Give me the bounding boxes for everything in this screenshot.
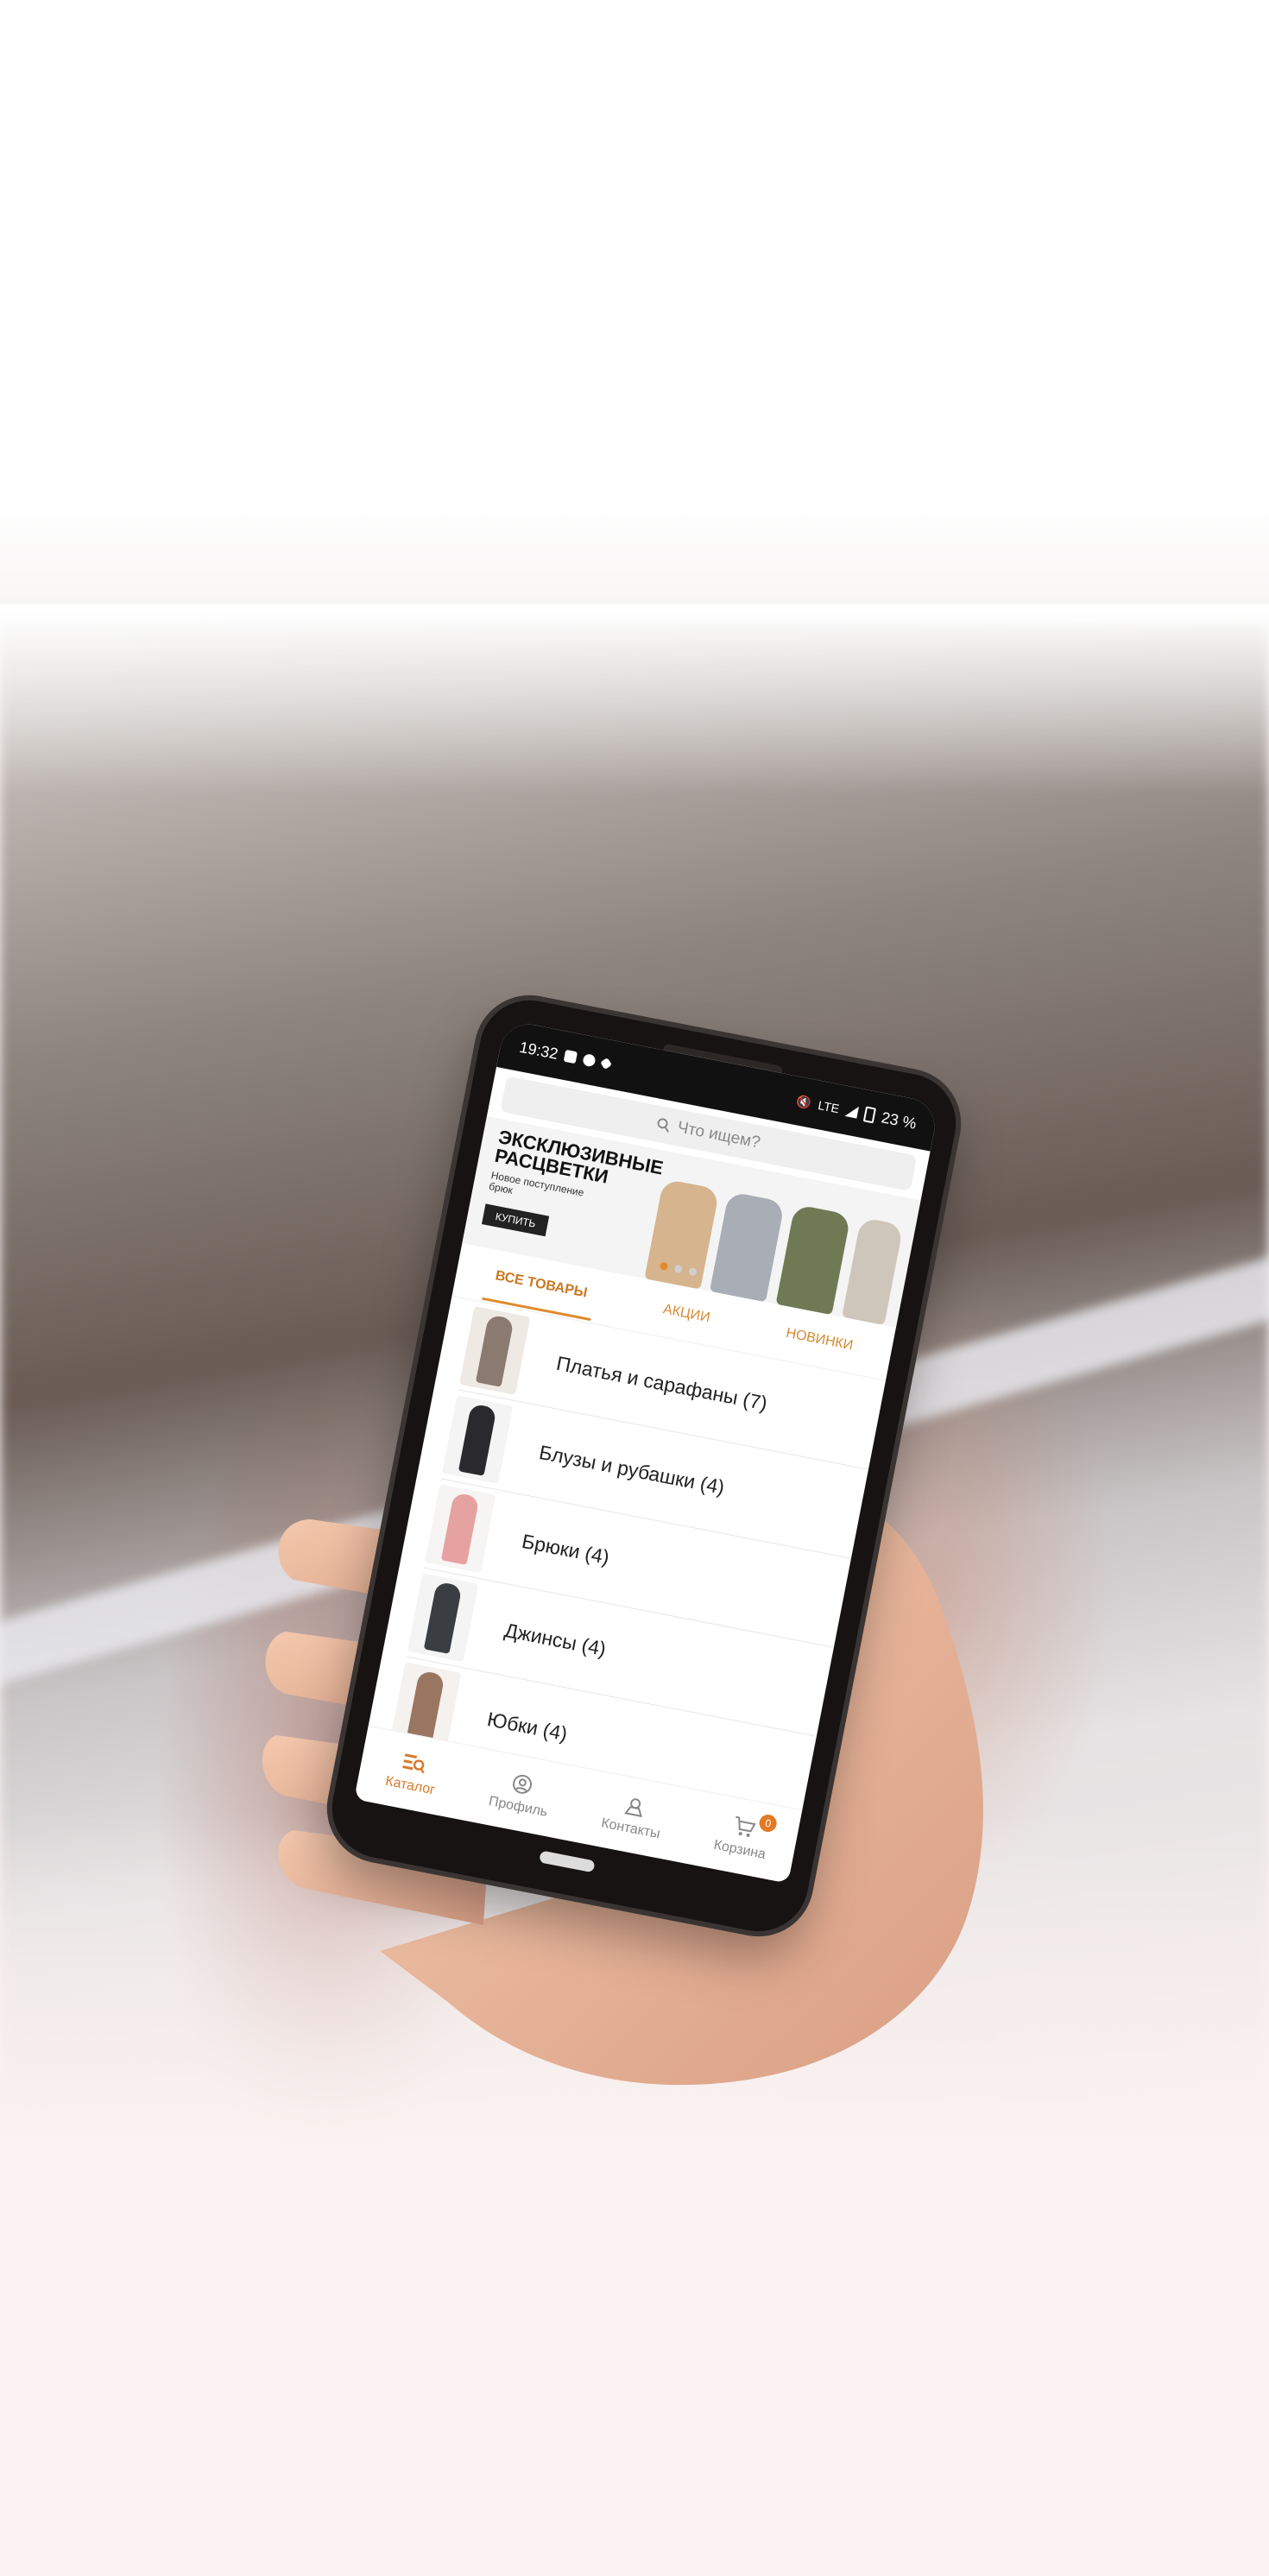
banner-product-image bbox=[842, 1216, 904, 1326]
nav-profile-label: Профиль bbox=[487, 1793, 549, 1820]
category-label: Джинсы (4) bbox=[502, 1618, 609, 1660]
category-label: Юбки (4) bbox=[485, 1707, 570, 1745]
banner-dot[interactable] bbox=[688, 1266, 698, 1277]
profile-icon bbox=[508, 1771, 537, 1799]
nav-cart-label: Корзина bbox=[712, 1837, 767, 1862]
nav-contacts[interactable]: Контакты bbox=[600, 1789, 666, 1842]
banner-product-image bbox=[709, 1190, 786, 1303]
background-fade-top bbox=[0, 604, 1269, 794]
cart-badge: 0 bbox=[758, 1813, 779, 1834]
category-thumbnail bbox=[407, 1573, 479, 1663]
gallery-notification-icon bbox=[563, 1049, 578, 1064]
category-label: Брюки (4) bbox=[520, 1529, 612, 1569]
status-time: 19:32 bbox=[518, 1038, 560, 1063]
category-label: Блузы и рубашки (4) bbox=[537, 1440, 727, 1499]
banner-product-image bbox=[775, 1203, 851, 1316]
category-thumbnail bbox=[459, 1306, 531, 1396]
mute-icon: 🔇 bbox=[795, 1093, 813, 1110]
battery-icon bbox=[862, 1106, 876, 1124]
tab-promotions[interactable]: АКЦИИ bbox=[650, 1285, 723, 1343]
category-thumbnail bbox=[425, 1484, 496, 1574]
home-indicator bbox=[539, 1850, 596, 1873]
chat-notification-icon bbox=[582, 1053, 597, 1068]
nav-contacts-label: Контакты bbox=[599, 1815, 662, 1842]
banner-dot[interactable] bbox=[659, 1261, 669, 1271]
signal-icon bbox=[844, 1104, 859, 1119]
dropbox-notification-icon bbox=[600, 1058, 613, 1070]
search-icon bbox=[657, 1118, 670, 1133]
background-top bbox=[0, 0, 1269, 708]
nav-profile[interactable]: Профиль bbox=[487, 1767, 553, 1821]
status-battery: 23 % bbox=[880, 1108, 919, 1133]
nav-cart[interactable]: 0 Корзина bbox=[712, 1810, 779, 1863]
banner-buy-button[interactable]: КУПИТЬ bbox=[481, 1203, 550, 1237]
location-icon bbox=[621, 1792, 649, 1821]
banner-dot[interactable] bbox=[673, 1264, 684, 1274]
nav-catalog-label: Каталог bbox=[384, 1773, 437, 1798]
catalog-icon bbox=[401, 1749, 429, 1777]
category-label: Платья и сарафаны (7) bbox=[554, 1351, 770, 1415]
search-placeholder: Что ищем? bbox=[675, 1118, 762, 1152]
nav-catalog[interactable]: Каталог bbox=[384, 1746, 442, 1798]
cart-icon bbox=[729, 1813, 758, 1841]
category-thumbnail bbox=[442, 1395, 514, 1485]
status-network: LTE bbox=[817, 1097, 841, 1116]
